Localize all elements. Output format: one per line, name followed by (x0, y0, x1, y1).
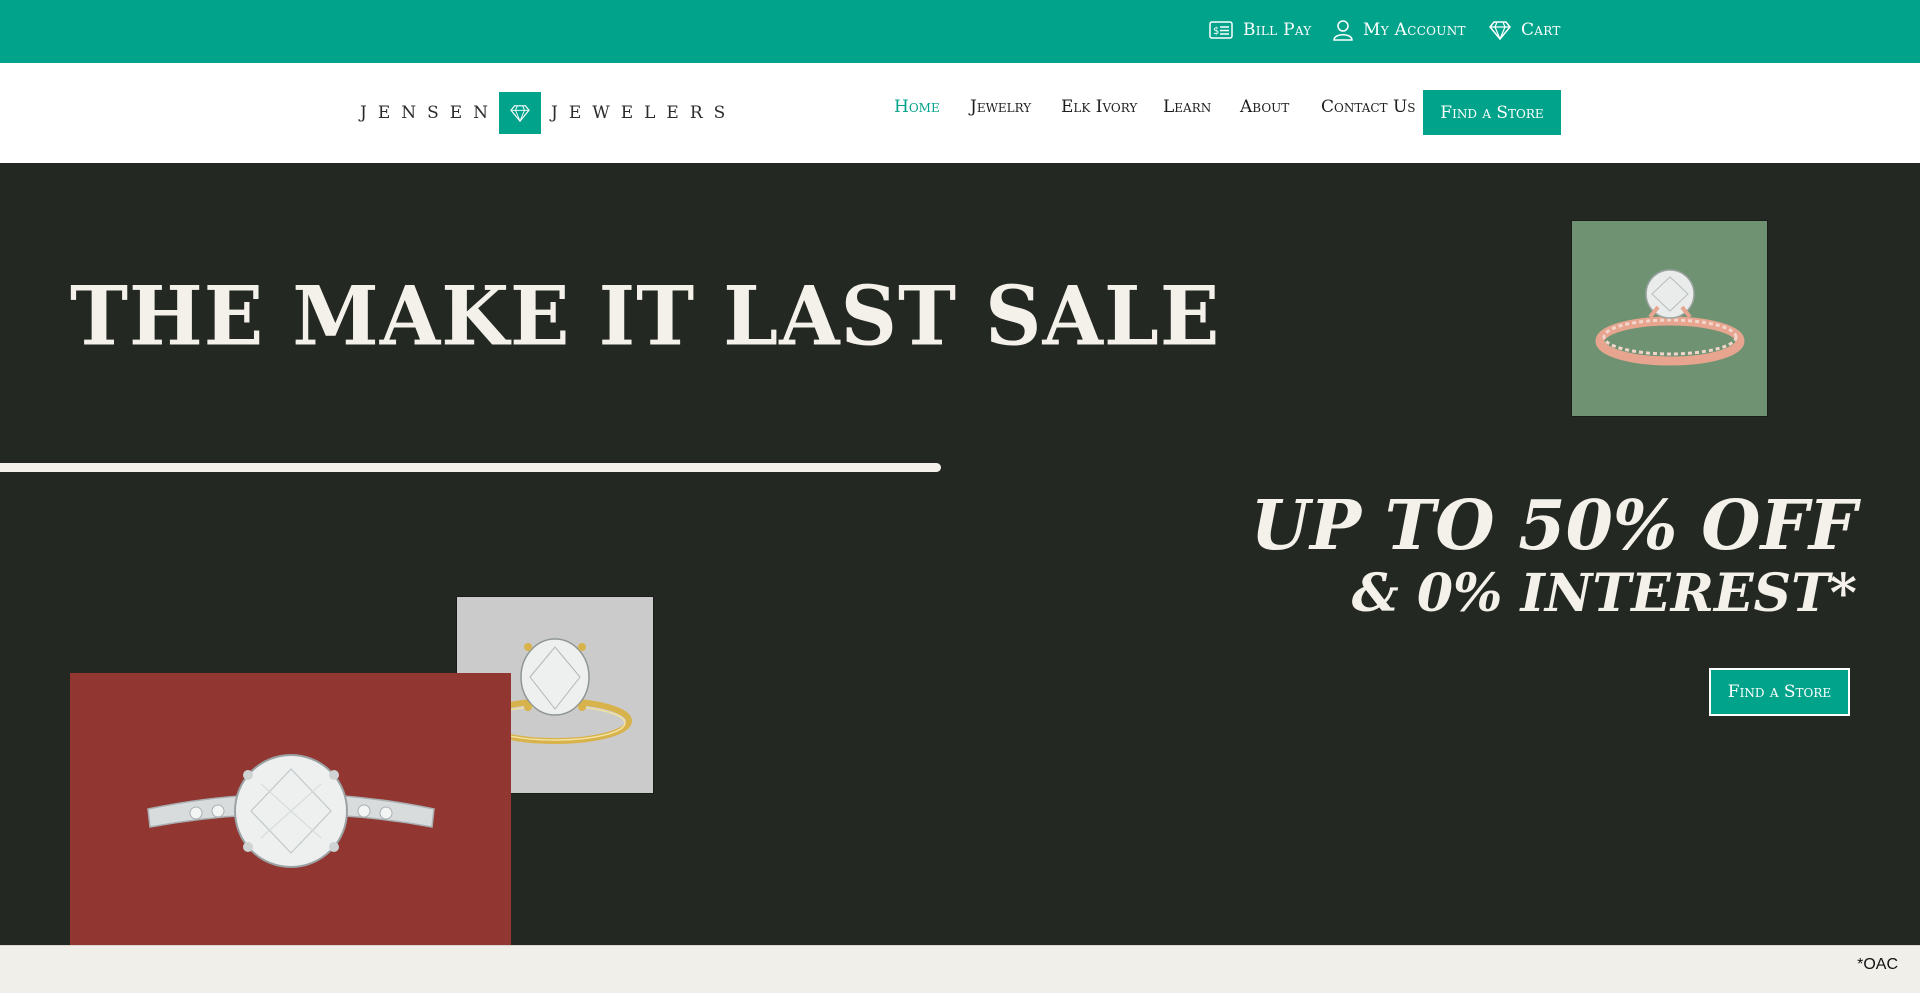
logo-text-right: JEWELERS (551, 103, 737, 123)
nav-about[interactable]: About (1240, 97, 1289, 117)
user-icon (1333, 20, 1353, 41)
diamond-icon (1489, 21, 1511, 40)
rose-gold-ring-image (1571, 220, 1768, 417)
nav-contact-us[interactable]: Contact Us (1321, 97, 1416, 117)
bill-icon: $ (1209, 21, 1233, 39)
cart-link[interactable]: Cart (1489, 0, 1561, 60)
site-header: JENSEN JEWELERS Home Jewelry Elk Ivory L… (0, 63, 1920, 163)
logo-diamond-icon (499, 92, 542, 134)
utility-bar: $ Bill Pay My Account Cart (0, 0, 1920, 63)
svg-text:$: $ (1213, 26, 1220, 37)
my-account-link[interactable]: My Account (1333, 0, 1466, 60)
white-gold-ring-image (70, 673, 511, 945)
hero-headline: THE MAKE IT LAST SALE (70, 268, 1221, 365)
hero-banner: THE MAKE IT LAST SALE UP TO 50% OFF & 0%… (0, 163, 1920, 945)
offer-interest-text: & 0% INTEREST* (1351, 563, 1857, 624)
oac-disclaimer: *OAC (1857, 956, 1898, 973)
offer-discount-text: UP TO 50% OFF (1250, 486, 1857, 566)
nav-jewelry[interactable]: Jewelry (970, 97, 1031, 117)
nav-home[interactable]: Home (894, 97, 940, 117)
nav-learn[interactable]: Learn (1163, 97, 1211, 117)
site-logo[interactable]: JENSEN JEWELERS (360, 92, 736, 134)
bill-pay-label: Bill Pay (1243, 20, 1312, 40)
bill-pay-link[interactable]: $ Bill Pay (1209, 0, 1312, 60)
my-account-label: My Account (1363, 20, 1466, 40)
hero-find-store-button[interactable]: Find a Store (1709, 668, 1850, 716)
hero-divider (0, 463, 941, 472)
nav-elk-ivory[interactable]: Elk Ivory (1061, 97, 1137, 117)
header-find-store-button[interactable]: Find a Store (1423, 90, 1561, 135)
cart-label: Cart (1521, 20, 1561, 40)
logo-text-left: JENSEN (360, 103, 500, 123)
disclaimer-strip: *OAC (0, 945, 1920, 993)
